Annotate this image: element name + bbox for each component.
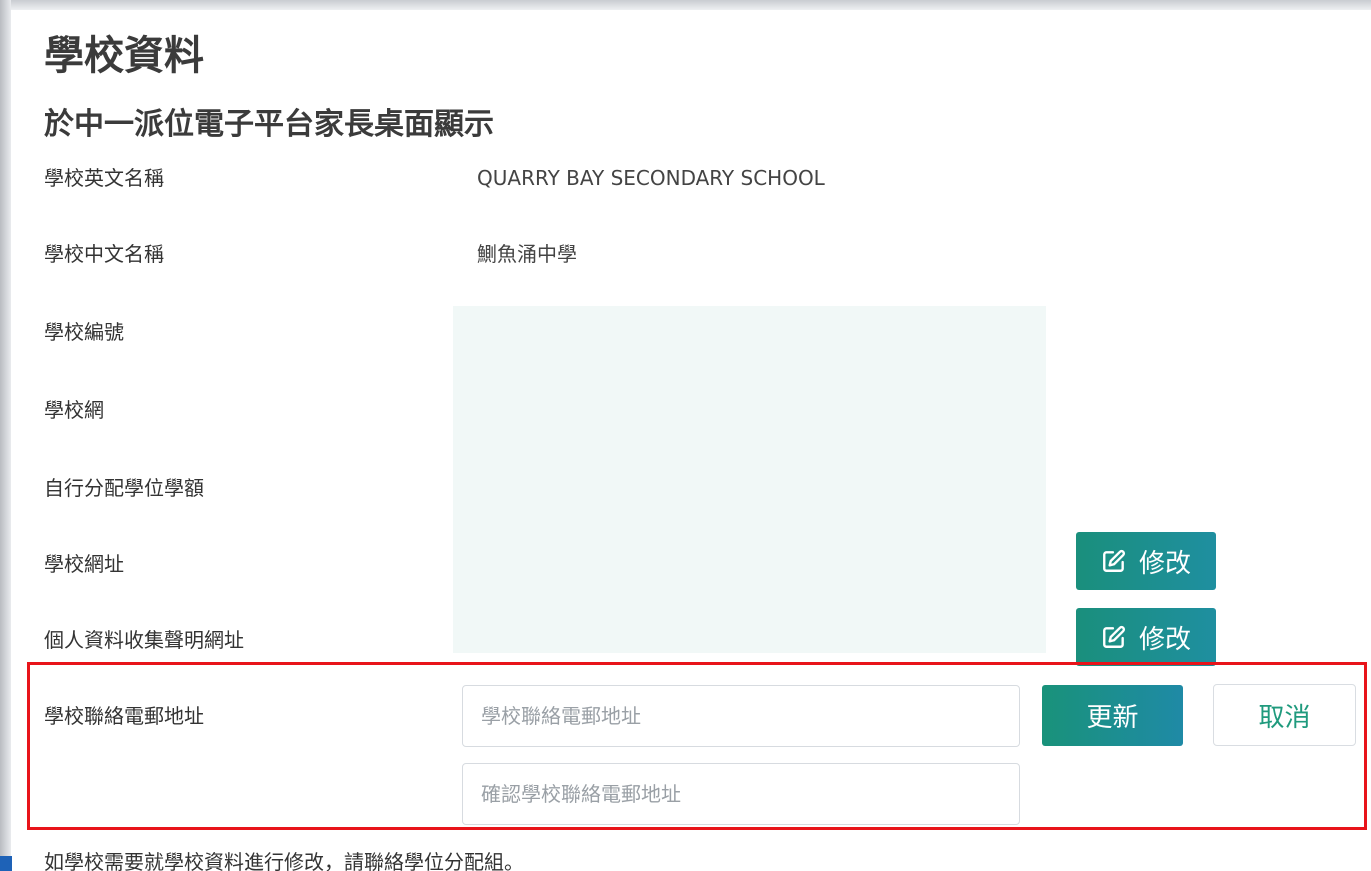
corner-mark [0, 856, 12, 871]
update-button[interactable]: 更新 [1042, 685, 1183, 746]
page-subtitle: 於中一派位電子平台家長桌面顯示 [44, 107, 494, 142]
school-code-label: 學校編號 [44, 320, 124, 344]
english-name-label: 學校英文名稱 [44, 166, 164, 190]
pencil-square-icon [1103, 550, 1125, 572]
confirm-email-input[interactable] [462, 763, 1020, 825]
english-name-value: QUARRY BAY SECONDARY SCHOOL [477, 166, 825, 190]
edit-pics-url-button[interactable]: 修改 [1076, 608, 1216, 666]
footer-note: 如學校需要就學校資料進行修改，請聯絡學位分配組。 [44, 850, 524, 871]
chinese-name-label: 學校中文名稱 [44, 242, 164, 266]
redacted-values-area [453, 306, 1046, 653]
screenshot-frame: 學校資料 於中一派位電子平台家長桌面顯示 學校英文名稱 QUARRY BAY S… [0, 0, 1371, 871]
page-title: 學校資料 [44, 33, 204, 79]
pics-url-label: 個人資料收集聲明網址 [44, 628, 244, 652]
email-input[interactable] [462, 685, 1020, 747]
chinese-name-value: 鰂魚涌中學 [477, 242, 577, 266]
edit-button-label: 修改 [1138, 548, 1191, 579]
pencil-square-icon [1103, 626, 1125, 648]
edit-website-button[interactable]: 修改 [1076, 532, 1216, 590]
website-label: 學校網址 [44, 552, 124, 576]
window-edge-top [0, 0, 1371, 10]
edit-button-label: 修改 [1138, 624, 1191, 655]
cancel-button[interactable]: 取消 [1213, 684, 1356, 746]
email-label: 學校聯絡電郵地址 [44, 704, 204, 728]
discretionary-places-label: 自行分配學位學額 [44, 476, 204, 500]
school-net-label: 學校網 [44, 398, 104, 422]
window-edge-left [0, 0, 11, 871]
